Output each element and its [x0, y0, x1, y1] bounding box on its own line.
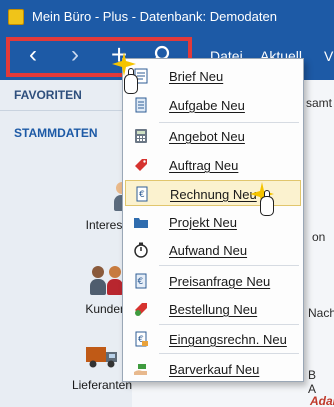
svg-text:€: € [139, 190, 145, 200]
menu-item-angebot-neu[interactable]: Angebot Neu [125, 123, 301, 149]
menu-item-eingangsrechnung-neu[interactable]: € Eingangsrechn. Neu [125, 326, 301, 352]
stammdaten-header[interactable]: STAMMDATEN [14, 126, 98, 140]
menu-item-aufwand-neu[interactable]: Aufwand Neu [125, 237, 301, 263]
menu-partial[interactable]: V [324, 48, 333, 64]
customers-icon [89, 264, 123, 298]
menu-separator [159, 265, 299, 266]
truck-icon [85, 340, 119, 374]
menu-item-label: Brief Neu [169, 69, 224, 84]
cash-sale-icon [134, 364, 147, 375]
fragment-adam: Adam [310, 394, 334, 407]
fragment-on: on [312, 230, 326, 244]
hand-cursor-icon [256, 190, 278, 218]
favoriten-header[interactable]: FAVORITEN [14, 88, 82, 102]
forward-arrow-icon[interactable]: › [62, 42, 88, 68]
title-bar: Mein Büro - Plus - Datenbank: Demodaten [0, 0, 334, 34]
sidebar-divider [0, 110, 132, 111]
timer-icon [134, 242, 148, 258]
incoming-invoice-icon: € [135, 331, 148, 347]
menu-item-label: Aufwand Neu [169, 243, 248, 258]
price-request-icon: € [135, 273, 147, 289]
menu-item-label: Rechnung Neu [170, 187, 257, 202]
task-icon [135, 97, 147, 113]
invoice-icon: € [136, 186, 148, 202]
window-title: Mein Büro - Plus - Datenbank: Demodaten [32, 9, 277, 24]
fragment-letters: B A [308, 368, 320, 396]
calculator-icon [135, 129, 147, 143]
menu-item-label: Barverkauf Neu [169, 362, 260, 377]
hand-cursor-icon [120, 68, 142, 96]
menu-item-label: Projekt Neu [169, 215, 237, 230]
menu-item-aufgabe-neu[interactable]: Aufgabe Neu [125, 92, 301, 118]
fragment-samt: samt [306, 96, 333, 110]
menu-item-label: Auftrag Neu [169, 158, 239, 173]
menu-item-auftrag-neu[interactable]: Auftrag Neu [125, 152, 301, 178]
svg-text:€: € [138, 277, 144, 287]
menu-item-label: Aufgabe Neu [169, 98, 245, 113]
order-icon [135, 303, 147, 316]
menu-item-label: Preisanfrage Neu [169, 274, 271, 289]
back-arrow-icon[interactable]: ‹ [20, 42, 46, 68]
menu-item-barverkauf-neu[interactable]: Barverkauf Neu [125, 356, 301, 382]
menu-item-preisanfrage-neu[interactable]: € Preisanfrage Neu [125, 268, 301, 294]
menu-separator [159, 324, 299, 325]
folder-icon [134, 218, 148, 228]
menu-item-brief-neu[interactable]: Brief Neu [125, 63, 301, 89]
app-icon [8, 9, 24, 25]
new-document-menu: Brief Neu Aufgabe Neu Angebot Neu Auftra… [122, 58, 304, 382]
menu-separator [159, 353, 299, 354]
menu-item-label: Eingangsrechn. Neu [169, 332, 287, 347]
fragment-nachr: Nachr [308, 306, 334, 320]
menu-item-label: Bestellung Neu [169, 302, 258, 317]
menu-item-bestellung-neu[interactable]: Bestellung Neu [125, 296, 301, 322]
menu-item-label: Angebot Neu [169, 129, 245, 144]
tag-icon [135, 159, 147, 171]
